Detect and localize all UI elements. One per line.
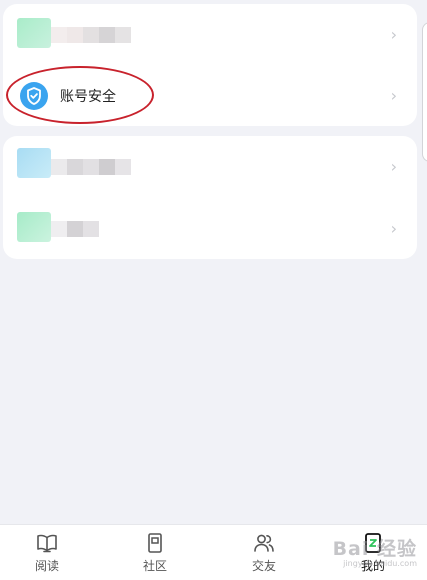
menu-card-1: › 账号安全 › bbox=[3, 4, 417, 126]
account-security-label: 账号安全 bbox=[60, 88, 116, 105]
tab-community-label: 社区 bbox=[142, 559, 167, 573]
menu-row-3[interactable]: › bbox=[3, 136, 417, 197]
community-icon bbox=[148, 533, 162, 553]
friends-icon bbox=[254, 534, 274, 552]
redacted-label bbox=[51, 158, 131, 175]
tab-profile[interactable]: 我的 bbox=[345, 531, 401, 577]
profile-icon bbox=[365, 533, 381, 553]
menu-row-4[interactable]: › bbox=[3, 198, 417, 259]
tab-friends[interactable]: 交友 bbox=[236, 531, 292, 577]
menu-card-2: › › bbox=[3, 136, 417, 259]
tab-profile-label: 我的 bbox=[360, 559, 385, 573]
redacted-label bbox=[51, 220, 99, 237]
tab-read-label: 阅读 bbox=[34, 559, 59, 573]
menu-row-account-security[interactable]: 账号安全 › bbox=[3, 65, 417, 126]
chevron-right-icon: › bbox=[390, 218, 397, 238]
chevron-right-icon: › bbox=[390, 156, 397, 176]
chevron-right-icon: › bbox=[390, 85, 397, 105]
redacted-label bbox=[51, 26, 131, 43]
shield-icon bbox=[20, 81, 48, 110]
book-open-icon bbox=[37, 534, 57, 553]
tab-read[interactable]: 阅读 bbox=[19, 531, 75, 577]
tab-community[interactable]: 社区 bbox=[127, 531, 183, 577]
redacted-icon bbox=[17, 148, 51, 178]
redacted-icon bbox=[17, 212, 51, 242]
chevron-right-icon: › bbox=[390, 24, 397, 44]
redacted-icon bbox=[17, 18, 51, 48]
side-panel-edge bbox=[422, 22, 427, 162]
bottom-tab-bar: 阅读 社区 交友 我的 bbox=[0, 524, 427, 580]
menu-row-1[interactable]: › bbox=[3, 4, 417, 65]
tab-friends-label: 交友 bbox=[251, 559, 276, 573]
